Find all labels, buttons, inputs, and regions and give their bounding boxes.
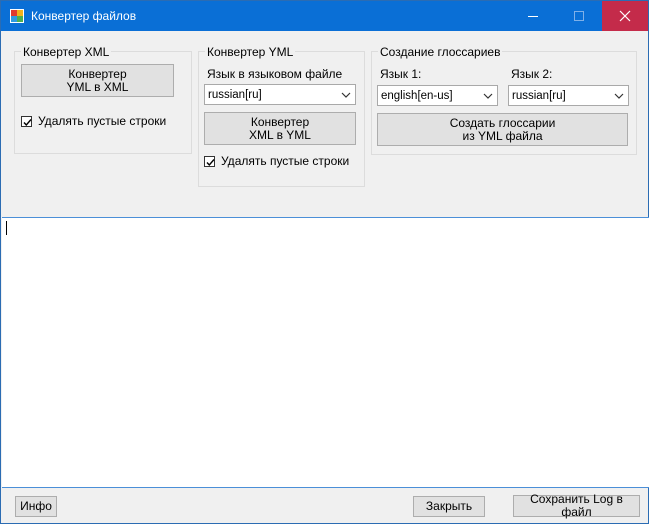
checkbox-checked[interactable]: [204, 155, 215, 167]
info-button[interactable]: Инфо: [15, 496, 57, 517]
convert-xml-to-yml-button[interactable]: Конвертер XML в YML: [204, 112, 356, 145]
app-window: Конвертер файлов Конвертер XML Конвертер…: [0, 0, 649, 524]
language-1-select[interactable]: english[en-us]: [377, 85, 498, 106]
minimize-icon: [528, 16, 538, 17]
create-glossary-button[interactable]: Создать глоссарии из YML файла: [377, 113, 628, 146]
close-window-button[interactable]: [602, 1, 648, 31]
window-title: Конвертер файлов: [31, 9, 137, 23]
minimize-button[interactable]: [510, 1, 556, 31]
save-log-button[interactable]: Сохранить Log в файл: [513, 493, 640, 519]
xml-remove-empty-checkbox[interactable]: Удалять пустые строки: [21, 114, 166, 128]
title-bar[interactable]: Конвертер файлов: [1, 1, 648, 31]
language-2-label: Язык 2:: [511, 67, 553, 81]
checkbox-checked[interactable]: [21, 115, 32, 127]
yml-remove-empty-label: Удалять пустые строки: [221, 154, 350, 168]
app-icon: [10, 9, 24, 23]
maximize-icon: [574, 11, 584, 21]
close-button[interactable]: Закрыть: [413, 496, 485, 517]
xml-remove-empty-label: Удалять пустые строки: [38, 114, 167, 128]
close-icon: [619, 10, 631, 22]
yml-group-title: Конвертер YML: [205, 45, 296, 59]
yml-remove-empty-checkbox[interactable]: Удалять пустые строки: [204, 154, 349, 168]
text-caret: [6, 221, 7, 235]
convert-yml-to-xml-button[interactable]: Конвертер YML в XML: [21, 64, 174, 97]
check-icon: [23, 118, 32, 126]
chevron-down-icon: [337, 85, 355, 104]
check-icon: [206, 158, 215, 166]
glossary-group-title: Создание глоссариев: [378, 45, 503, 59]
chevron-down-icon: [610, 86, 628, 105]
log-textarea[interactable]: [2, 217, 649, 488]
language-file-label: Язык в языковом файле: [207, 67, 343, 81]
language-1-label: Язык 1:: [380, 67, 422, 81]
chevron-down-icon: [479, 86, 497, 105]
xml-group-title: Конвертер XML: [21, 45, 112, 59]
maximize-button[interactable]: [556, 1, 602, 31]
language-2-select[interactable]: russian[ru]: [508, 85, 629, 106]
language-file-select[interactable]: russian[ru]: [204, 84, 356, 105]
